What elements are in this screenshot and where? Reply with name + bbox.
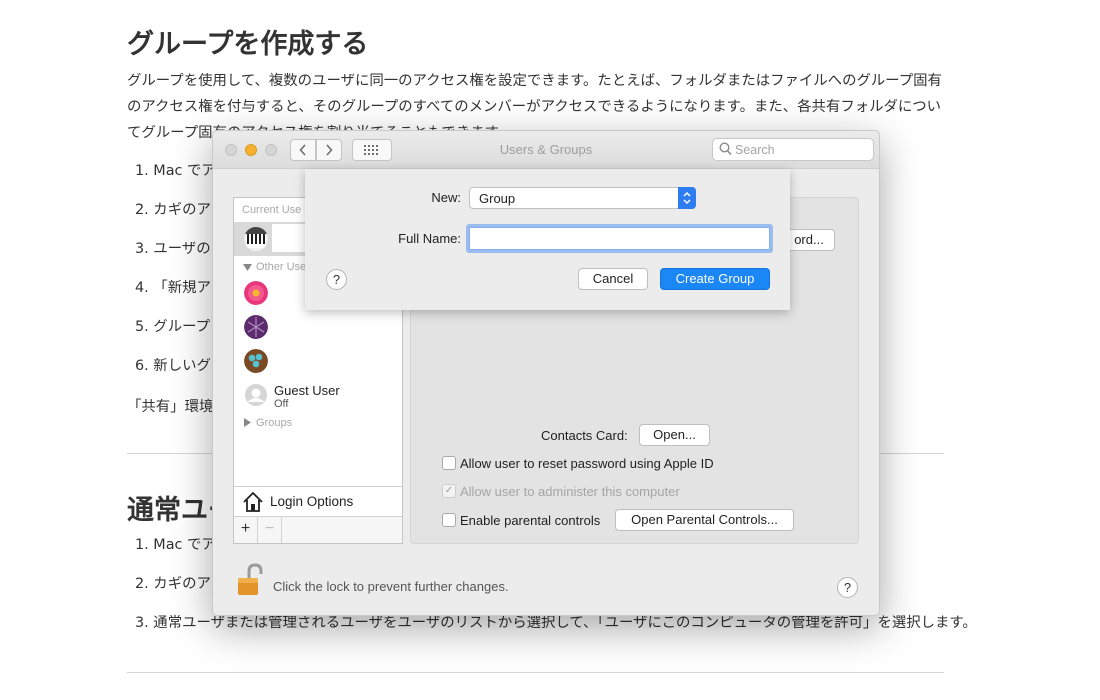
open-parental-controls-button[interactable]: Open Parental Controls... (615, 509, 794, 531)
house-icon (243, 491, 263, 512)
users-groups-window: Users & Groups Search Current Use Other … (212, 130, 880, 616)
login-options-label: Login Options (270, 494, 354, 509)
admin-label: Allow user to administer this computer (460, 484, 680, 499)
avatar (244, 227, 268, 251)
avatar (244, 315, 268, 339)
sheet-help-button[interactable]: ? (326, 269, 347, 290)
parental-controls-checkbox[interactable] (442, 513, 456, 527)
reset-password-checkbox[interactable] (442, 456, 456, 470)
full-name-field[interactable] (469, 227, 770, 250)
guest-status: Off (274, 398, 289, 410)
disclosure-down-icon[interactable] (243, 264, 252, 272)
list-toolbar: + − (234, 516, 402, 543)
divider (127, 672, 944, 673)
new-account-sheet: New: Group Full Name: ? Cancel Create Gr… (305, 169, 790, 310)
create-group-button[interactable]: Create Group (660, 268, 770, 290)
search-placeholder: Search (735, 143, 775, 157)
groups-header: Groups (256, 417, 293, 429)
guest-avatar (244, 383, 268, 407)
account-type-value: Group (479, 191, 516, 206)
avatar (244, 281, 268, 305)
other-users-header: Other Use (256, 261, 307, 273)
cancel-button[interactable]: Cancel (578, 268, 648, 290)
parental-controls-label: Enable parental controls (460, 513, 601, 528)
search-field[interactable]: Search (712, 138, 874, 161)
list-item-user[interactable] (234, 310, 402, 344)
list-item-user[interactable] (234, 344, 402, 378)
contacts-card-label: Contacts Card: (541, 428, 628, 443)
help-button[interactable]: ? (837, 577, 858, 598)
article-title: グループを作成する (127, 29, 369, 60)
updown-chevron-icon (683, 191, 691, 205)
title-bar: Users & Groups Search (213, 131, 879, 169)
full-name-label: Full Name: (398, 231, 461, 246)
popup-arrows (678, 187, 696, 209)
search-icon (719, 142, 732, 156)
step-item: 3. 通常ユーザまたは管理されるユーザをユーザのリストから選択して、「ユーザにこ… (135, 615, 977, 631)
disclosure-right-icon[interactable] (244, 418, 251, 427)
lock-icon[interactable] (235, 563, 263, 597)
contacts-open-button[interactable]: Open... (639, 424, 710, 446)
guest-name: Guest User (274, 383, 340, 398)
add-button[interactable]: + (234, 517, 258, 543)
avatar (244, 349, 268, 373)
admin-checkbox[interactable]: ✓ (442, 484, 456, 498)
reset-password-label: Allow user to reset password using Apple… (460, 456, 714, 471)
user-name-box (272, 224, 306, 252)
change-password-button[interactable]: ord... (783, 229, 835, 251)
login-options-row[interactable]: Login Options (234, 486, 402, 516)
current-user-header: Current Use (242, 204, 302, 216)
new-label: New: (431, 190, 461, 205)
remove-button[interactable]: − (258, 517, 282, 543)
account-type-popup[interactable]: Group (469, 187, 696, 209)
lock-message: Click the lock to prevent further change… (273, 579, 509, 594)
list-item-guest[interactable]: Guest User Off (234, 378, 402, 412)
